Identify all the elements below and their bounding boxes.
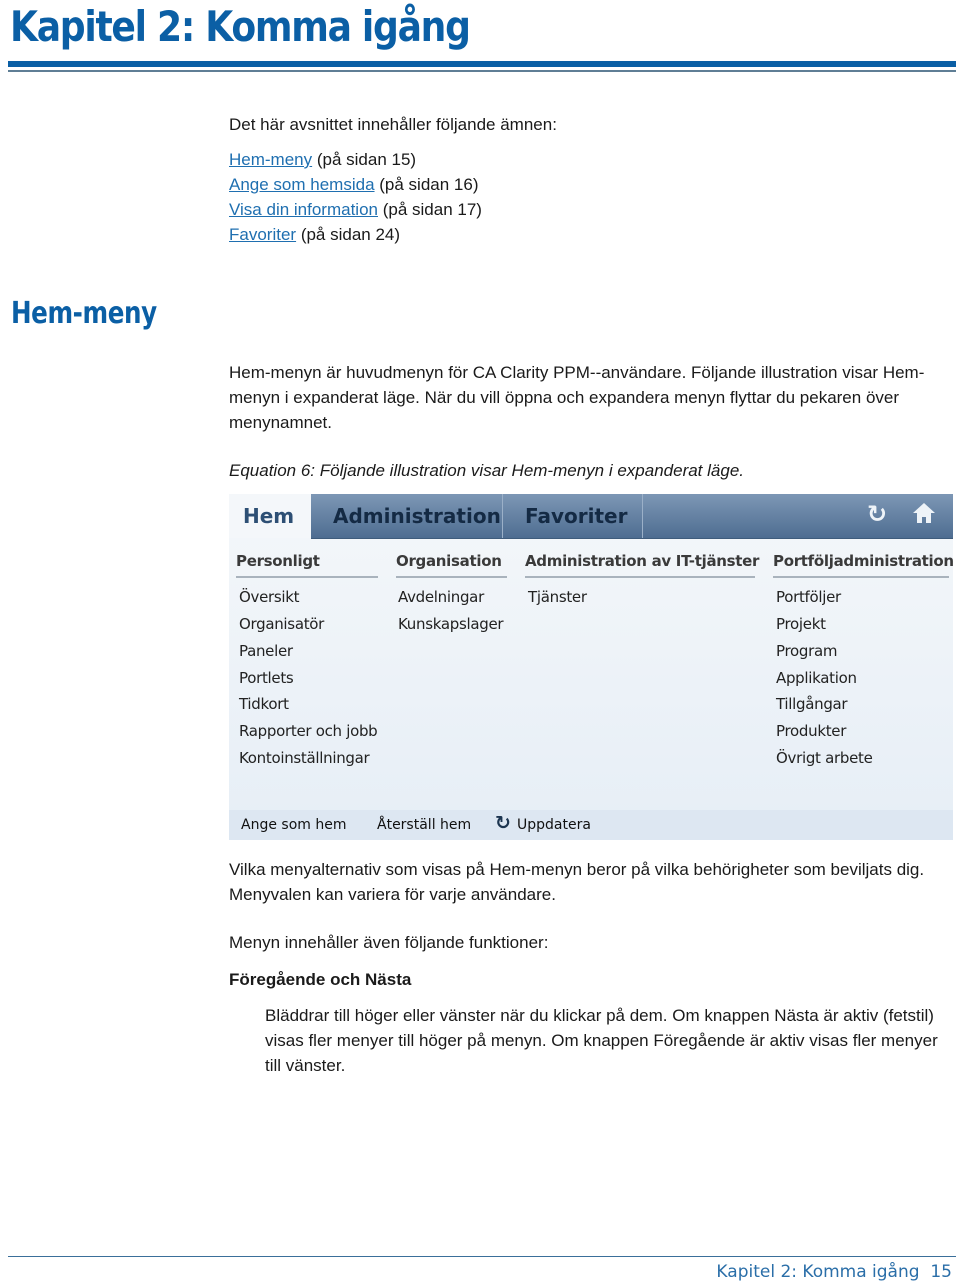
term-description: Bläddrar till höger eller vänster när du… [265, 1006, 938, 1075]
paragraph: Hem-menyn är huvudmenyn för CA Clarity P… [229, 363, 925, 432]
column-divider [396, 576, 507, 578]
column-heading: Organisation [396, 552, 502, 570]
topic-page: (på sidan 24) [300, 225, 401, 244]
column-divider [525, 576, 755, 578]
title-rule-thin [8, 70, 956, 72]
home-menu-screenshot: Hem Administration Favoriter ↻ Personlig… [229, 494, 954, 840]
column-heading: Portföljadministration [773, 552, 954, 570]
update-icon[interactable]: ↻ [495, 812, 511, 834]
topic-page: (på sidan 17) [382, 200, 482, 219]
topic-link[interactable]: Visa din information [229, 200, 378, 219]
menu-item[interactable]: Portföljer [776, 588, 841, 606]
topic-link[interactable]: Favoriter [229, 225, 296, 244]
section-title: Hem-meny [11, 296, 157, 331]
footer-chapter: Kapitel 2: Komma igång [716, 1262, 920, 1282]
menu-item[interactable]: Tidkort [239, 695, 289, 713]
figure-caption: Equation 6: Följande illustration visar … [229, 461, 744, 480]
topic-item: Favoriter (på sidan 24) [229, 222, 482, 247]
column-divider [773, 576, 949, 578]
set-as-home-link[interactable]: Ange som hem [241, 817, 346, 833]
menu-item[interactable]: Projekt [776, 615, 826, 633]
reset-home-link[interactable]: Återställ hem [377, 817, 471, 833]
column-heading: Personligt [236, 552, 320, 570]
menu-item[interactable]: Portlets [239, 669, 294, 687]
tab-administration[interactable]: Administration [311, 494, 503, 538]
menu-item[interactable]: Applikation [776, 669, 857, 687]
tab-hem[interactable]: Hem [229, 494, 311, 538]
menu-item[interactable]: Tillgångar [776, 695, 848, 713]
term-heading: Föregående och Nästa [229, 970, 412, 989]
menu-item[interactable]: Avdelningar [398, 588, 484, 606]
menu-item[interactable]: Program [776, 642, 838, 660]
menu-item[interactable]: Övrigt arbete [776, 749, 873, 767]
tab-favoriter[interactable]: Favoriter [503, 494, 643, 538]
menu-item[interactable]: Tjänster [528, 588, 587, 606]
menu-item[interactable]: Produkter [776, 722, 846, 740]
menu-item[interactable]: Paneler [239, 642, 293, 660]
intro-text: Det här avsnittet innehåller följande äm… [229, 115, 557, 134]
topic-item: Ange som hemsida (på sidan 16) [229, 172, 482, 197]
topic-link[interactable]: Hem-meny [229, 150, 312, 169]
update-link[interactable]: Uppdatera [517, 817, 591, 833]
menu-item[interactable]: Kontoinställningar [239, 749, 370, 767]
topic-link[interactable]: Ange som hemsida [229, 175, 375, 194]
page-number: 15 [930, 1262, 952, 1282]
topic-item: Hem-meny (på sidan 15) [229, 147, 482, 172]
menu-item[interactable]: Kunskapslager [398, 615, 504, 633]
menu-item[interactable]: Översikt [239, 588, 300, 606]
menu-item[interactable]: Rapporter och jobb [239, 722, 378, 740]
menu-bar: Hem Administration Favoriter ↻ [229, 494, 953, 539]
paragraph: Menyn innehåller även följande funktione… [229, 933, 549, 952]
paragraph: Vilka menyalternativ som visas på Hem-me… [229, 860, 925, 904]
column-divider [236, 576, 378, 578]
column-heading: Administration av IT-tjänster [525, 552, 760, 570]
page-footer: Kapitel 2: Komma igång 15 [716, 1262, 952, 1282]
refresh-icon[interactable]: ↻ [867, 502, 891, 526]
topic-list: Hem-meny (på sidan 15) Ange som hemsida … [229, 147, 482, 247]
title-rule [8, 61, 956, 67]
topic-item: Visa din information (på sidan 17) [229, 197, 482, 222]
topic-page: (på sidan 16) [379, 175, 479, 194]
topic-page: (på sidan 15) [316, 150, 417, 169]
menu-item[interactable]: Organisatör [239, 615, 324, 633]
home-icon[interactable] [911, 501, 937, 525]
chapter-title: Kapitel 2: Komma igång [10, 2, 471, 51]
footer-rule [8, 1256, 956, 1257]
